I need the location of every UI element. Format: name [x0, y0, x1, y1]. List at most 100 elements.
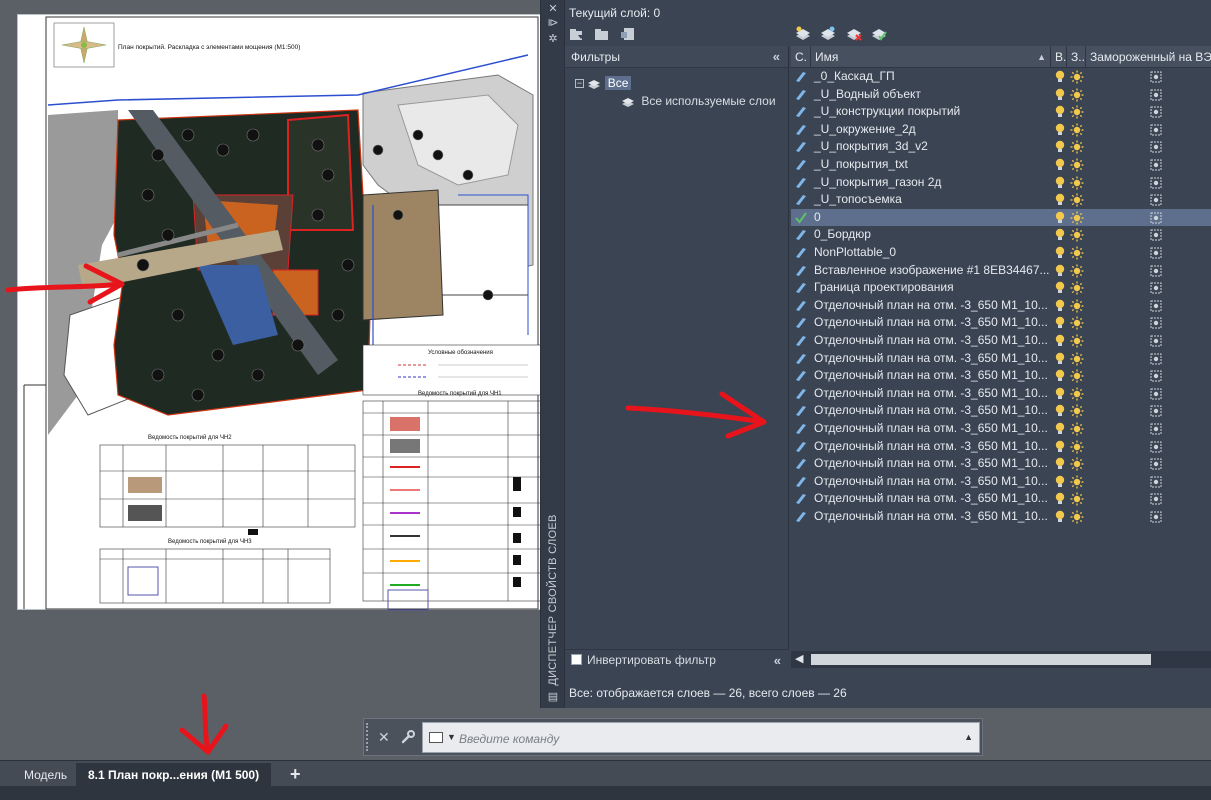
lightbulb-on-icon[interactable]: [1055, 193, 1065, 207]
viewport-freeze-icon[interactable]: [1150, 335, 1162, 347]
layer-name[interactable]: Отделочный план на отм. -3_650 М1_10...: [814, 508, 1048, 526]
viewport-freeze-icon[interactable]: [1150, 106, 1162, 118]
viewport-freeze-icon[interactable]: [1150, 89, 1162, 101]
viewport-freeze-icon[interactable]: [1150, 300, 1162, 312]
close-icon[interactable]: ✕: [378, 729, 390, 746]
sun-thawed-icon[interactable]: [1070, 422, 1084, 436]
layer-row[interactable]: Граница проектирования: [791, 279, 1211, 297]
layer-status-icon[interactable]: [795, 70, 807, 83]
lightbulb-on-icon[interactable]: [1055, 352, 1065, 366]
layer-name[interactable]: Отделочный план на отм. -3_650 М1_10...: [814, 297, 1048, 315]
layer-row[interactable]: Отделочный план на отм. -3_650 М1_10...: [791, 297, 1211, 315]
col-freeze[interactable]: З..: [1067, 46, 1086, 68]
filter-tree-all[interactable]: − Все: [575, 74, 632, 92]
viewport-freeze-icon[interactable]: [1150, 194, 1162, 206]
col-on[interactable]: В..: [1051, 46, 1067, 68]
scrollbar-thumb[interactable]: [811, 654, 1151, 665]
sun-thawed-icon[interactable]: [1070, 510, 1084, 524]
sun-thawed-icon[interactable]: [1070, 246, 1084, 260]
close-icon[interactable]: ✕: [546, 2, 560, 16]
layer-row[interactable]: Отделочный план на отм. -3_650 М1_10...: [791, 420, 1211, 438]
sun-thawed-icon[interactable]: [1070, 88, 1084, 102]
lightbulb-on-icon[interactable]: [1055, 299, 1065, 313]
layer-row[interactable]: _U_конструкции покрытий: [791, 103, 1211, 121]
lightbulb-on-icon[interactable]: [1055, 387, 1065, 401]
layer-status-icon[interactable]: [795, 404, 807, 417]
sun-thawed-icon[interactable]: [1070, 352, 1084, 366]
layer-status-icon[interactable]: [795, 158, 807, 171]
lightbulb-on-icon[interactable]: [1055, 211, 1065, 225]
layer-name[interactable]: 0_Бордюр: [814, 226, 871, 244]
layer-name[interactable]: Граница проектирования: [814, 279, 954, 297]
viewport-freeze-icon[interactable]: [1150, 141, 1162, 153]
lightbulb-on-icon[interactable]: [1055, 281, 1065, 295]
add-layout-button[interactable]: +: [278, 763, 313, 787]
viewport-freeze-icon[interactable]: [1150, 441, 1162, 453]
viewport-freeze-icon[interactable]: [1150, 353, 1162, 365]
col-name[interactable]: Имя ▲: [811, 46, 1051, 68]
layer-name[interactable]: Отделочный план на отм. -3_650 М1_10...: [814, 367, 1048, 385]
viewport-freeze-icon[interactable]: [1150, 124, 1162, 136]
viewport-freeze-icon[interactable]: [1150, 405, 1162, 417]
layer-status-icon[interactable]: [795, 140, 807, 153]
layer-name[interactable]: Отделочный план на отм. -3_650 М1_10...: [814, 385, 1048, 403]
command-history-icon[interactable]: ▲: [964, 732, 973, 742]
chevron-down-icon[interactable]: ▼: [447, 732, 456, 742]
lightbulb-on-icon[interactable]: [1055, 123, 1065, 137]
command-line-grip[interactable]: [366, 723, 370, 751]
layer-status-icon[interactable]: [795, 475, 807, 488]
collapse-filters-icon[interactable]: «: [773, 46, 780, 68]
lightbulb-on-icon[interactable]: [1055, 422, 1065, 436]
layer-name[interactable]: Отделочный план на отм. -3_650 М1_10...: [814, 490, 1048, 508]
viewport-freeze-icon[interactable]: [1150, 458, 1162, 470]
layer-name[interactable]: Отделочный план на отм. -3_650 М1_10...: [814, 420, 1048, 438]
layer-name[interactable]: _U_покрытия_3d_v2: [814, 138, 928, 156]
layer-name[interactable]: NonPlottable_0: [814, 244, 896, 262]
col-vp-freeze[interactable]: Замороженный на ВЭ: [1086, 46, 1211, 68]
current-layer-check-icon[interactable]: [795, 211, 807, 224]
horizontal-scrollbar[interactable]: ◀: [791, 651, 1211, 668]
collapse-left-icon[interactable]: «: [774, 650, 781, 671]
layer-status-icon[interactable]: [795, 228, 807, 241]
sun-thawed-icon[interactable]: [1070, 228, 1084, 242]
new-layer-vp-frozen-icon[interactable]: [820, 26, 836, 42]
sun-thawed-icon[interactable]: [1070, 387, 1084, 401]
viewport-freeze-icon[interactable]: [1150, 476, 1162, 488]
sun-thawed-icon[interactable]: [1070, 123, 1084, 137]
lightbulb-on-icon[interactable]: [1055, 105, 1065, 119]
layer-name[interactable]: Отделочный план на отм. -3_650 М1_10...: [814, 332, 1048, 350]
tab-layout-8-1[interactable]: 8.1 План покр...ения (М1 500): [76, 763, 272, 787]
sun-thawed-icon[interactable]: [1070, 404, 1084, 418]
layer-row[interactable]: _U_покрытия_газон 2д: [791, 174, 1211, 192]
filter-all-label[interactable]: Все: [604, 76, 632, 90]
sun-thawed-icon[interactable]: [1070, 369, 1084, 383]
layer-status-icon[interactable]: [795, 369, 807, 382]
scroll-left-icon[interactable]: ◀: [795, 652, 803, 665]
palette-menu-icon[interactable]: ▤: [546, 690, 560, 704]
layer-name[interactable]: _U_конструкции покрытий: [814, 103, 960, 121]
lightbulb-on-icon[interactable]: [1055, 246, 1065, 260]
checkbox-box[interactable]: [571, 654, 582, 665]
layer-name[interactable]: _U_топосъемка: [814, 191, 902, 209]
sun-thawed-icon[interactable]: [1070, 299, 1084, 313]
sun-thawed-icon[interactable]: [1070, 70, 1084, 84]
sun-thawed-icon[interactable]: [1070, 475, 1084, 489]
sun-thawed-icon[interactable]: [1070, 105, 1084, 119]
layer-name[interactable]: Отделочный план на отм. -3_650 М1_10...: [814, 438, 1048, 456]
sun-thawed-icon[interactable]: [1070, 158, 1084, 172]
viewport-freeze-icon[interactable]: [1150, 511, 1162, 523]
layer-row[interactable]: NonPlottable_0: [791, 244, 1211, 262]
viewport-freeze-icon[interactable]: [1150, 317, 1162, 329]
layer-row[interactable]: _U_Водный объект: [791, 86, 1211, 104]
lightbulb-on-icon[interactable]: [1055, 457, 1065, 471]
layer-name[interactable]: Отделочный план на отм. -3_650 М1_10...: [814, 455, 1048, 473]
layer-name[interactable]: _U_покрытия_txt: [814, 156, 908, 174]
layer-row[interactable]: Отделочный план на отм. -3_650 М1_10...: [791, 490, 1211, 508]
layer-row[interactable]: Отделочный план на отм. -3_650 М1_10...: [791, 367, 1211, 385]
layer-status-icon[interactable]: [795, 440, 807, 453]
viewport-freeze-icon[interactable]: [1150, 423, 1162, 435]
lightbulb-on-icon[interactable]: [1055, 228, 1065, 242]
lightbulb-on-icon[interactable]: [1055, 158, 1065, 172]
lightbulb-on-icon[interactable]: [1055, 475, 1065, 489]
col-status[interactable]: С.: [791, 46, 811, 68]
